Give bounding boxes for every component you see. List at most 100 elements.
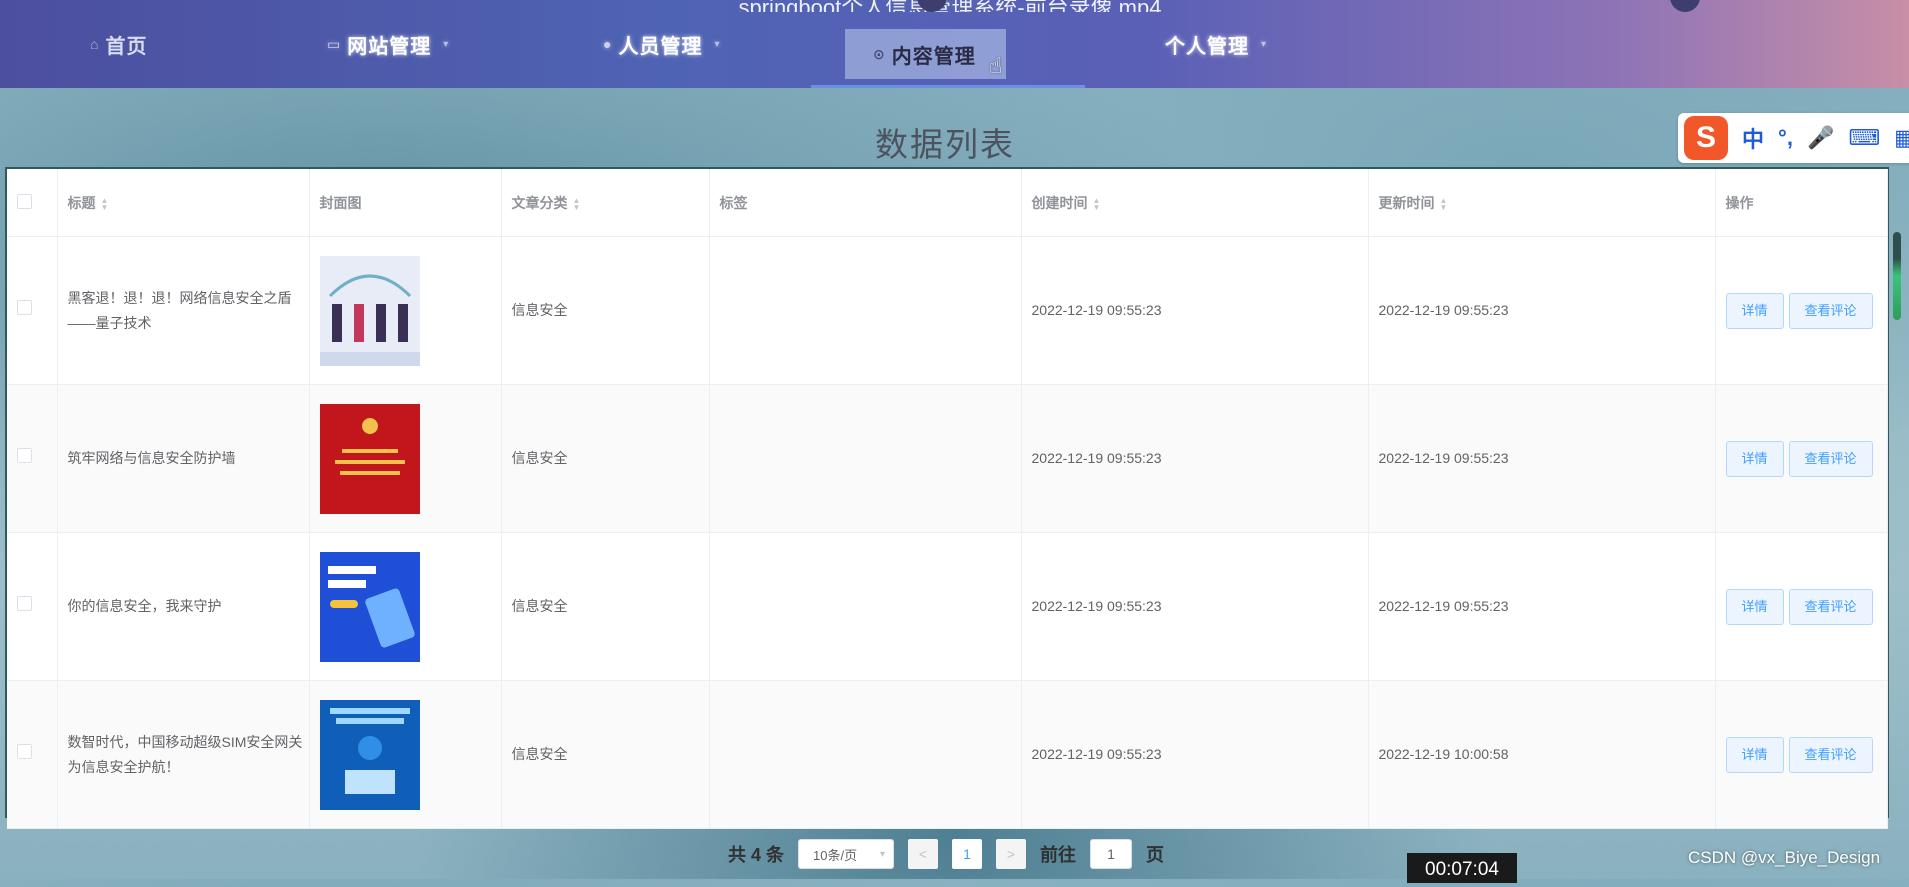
nav-item-site-management[interactable]: ▭ 网站管理 ▾: [327, 26, 449, 62]
nav-item-content-management[interactable]: ⊙ 内容管理: [845, 29, 1006, 79]
sort-icon[interactable]: ▲ ▼: [101, 196, 109, 211]
window-title: springboot个人信息管理系统-前台录像.mp4: [690, 0, 1210, 12]
cell-updated: 2022-12-19 09:55:23: [1368, 384, 1716, 533]
nav-item-home[interactable]: ⌂ 首页: [90, 26, 147, 62]
view-comments-button[interactable]: 查看评论: [1788, 440, 1873, 477]
view-comments-button[interactable]: 查看评论: [1788, 736, 1873, 773]
cell-category: 信息安全: [501, 680, 710, 829]
detail-button[interactable]: 详情: [1725, 588, 1784, 625]
cover-image[interactable]: [319, 699, 420, 810]
nav-item-label: 个人管理: [1165, 35, 1249, 58]
select-all-cell[interactable]: [7, 169, 58, 237]
row-checkbox[interactable]: [17, 300, 32, 315]
cell-updated: 2022-12-19 09:55:23: [1368, 532, 1716, 681]
cell-updated: 2022-12-19 10:00:58: [1368, 680, 1716, 829]
page-number-current[interactable]: 1: [952, 839, 983, 869]
column-header-actions: 操作: [1715, 169, 1888, 237]
cover-image[interactable]: [319, 255, 420, 366]
cell-tag: [709, 532, 1022, 681]
nav-item-label: 首页: [105, 35, 148, 58]
detail-button[interactable]: 详情: [1725, 736, 1784, 773]
next-page-button[interactable]: >: [996, 839, 1027, 869]
cell-tag: [709, 384, 1022, 533]
cell-created: 2022-12-19 09:55:23: [1021, 532, 1369, 681]
cell-title: 黑客退！退！退！网络信息安全之盾——量子技术: [57, 236, 310, 385]
cover-image[interactable]: [319, 403, 420, 514]
cell-created: 2022-12-19 09:55:23: [1021, 236, 1369, 385]
ime-menu-icon[interactable]: ▦: [1894, 125, 1909, 151]
window-control-dot[interactable]: [1670, 0, 1700, 12]
chevron-down-icon: ▾: [443, 38, 450, 50]
table-row: 你的信息安全，我来守护 信息安全 2022-12-19 09:55:23 202…: [7, 532, 1888, 681]
table-row: 数智时代，中国移动超级SIM安全网关为信息安全护航！ 信息安全 2022-12-…: [7, 680, 1888, 829]
cover-image[interactable]: [319, 551, 420, 662]
cell-tag: [709, 236, 1022, 385]
ime-language-toggle[interactable]: 中: [1742, 122, 1764, 154]
cell-created: 2022-12-19 09:55:23: [1021, 680, 1369, 829]
active-nav-underline: [811, 85, 1085, 88]
column-header-tag: 标签: [709, 169, 1022, 237]
data-table: 标题 ▲ ▼ 封面图 文章分类 ▲ ▼ 标签 创建时间 ▲ ▼ 更新时间 ▲ ▼ 操作 黑客退！…: [5, 167, 1889, 829]
cell-title: 数智时代，中国移动超级SIM安全网关为信息安全护航！: [57, 680, 310, 829]
prev-page-button[interactable]: <: [908, 839, 939, 869]
page-title: 数据列表: [875, 126, 1015, 163]
table-header-row: 标题 ▲ ▼ 封面图 文章分类 ▲ ▼ 标签 创建时间 ▲ ▼ 更新时间 ▲ ▼ 操作: [7, 169, 1888, 237]
nav-item-staff-management[interactable]: ● 人员管理 ▾: [603, 26, 721, 62]
detail-button[interactable]: 详情: [1725, 440, 1784, 477]
goto-page-input[interactable]: [1090, 839, 1133, 869]
sort-icon[interactable]: ▲ ▼: [1093, 196, 1101, 211]
sort-icon[interactable]: ▲ ▼: [573, 196, 581, 211]
pointer-cursor-icon: ☝: [989, 53, 1003, 78]
select-all-checkbox[interactable]: [17, 193, 32, 209]
column-header-cover: 封面图: [309, 169, 502, 237]
table-row: 筑牢网络与信息安全防护墙 信息安全 2022-12-19 09:55:23 20…: [7, 384, 1888, 533]
cell-category: 信息安全: [501, 384, 710, 533]
cell-category: 信息安全: [501, 236, 710, 385]
column-header-title[interactable]: 标题 ▲ ▼: [57, 169, 310, 237]
column-header-category[interactable]: 文章分类 ▲ ▼: [501, 169, 710, 237]
ime-toolbar: S 中 °, 🎤 ⌨ ▦: [1678, 113, 1909, 163]
cell-actions: 详情 查看评论: [1715, 532, 1888, 681]
keyboard-icon[interactable]: ⌨: [1848, 125, 1880, 151]
watermark: CSDN @vx_Biye_Design: [1688, 848, 1881, 867]
sogou-logo-icon[interactable]: S: [1684, 116, 1728, 160]
vertical-scrollbar[interactable]: [1893, 232, 1901, 320]
sort-icon[interactable]: ▲ ▼: [1440, 196, 1448, 211]
column-header-created[interactable]: 创建时间 ▲ ▼: [1021, 169, 1369, 237]
row-checkbox[interactable]: [17, 596, 32, 611]
cell-tag: [709, 680, 1022, 829]
detail-button[interactable]: 详情: [1725, 292, 1784, 329]
top-navbar: springboot个人信息管理系统-前台录像.mp4 ⌂ 首页 ▭ 网站管理 …: [0, 0, 1909, 88]
cell-title: 筑牢网络与信息安全防护墙: [57, 384, 310, 533]
page-size-select[interactable]: 10条/页 ▾: [798, 839, 895, 869]
cell-actions: 详情 查看评论: [1715, 236, 1888, 385]
nav-item-personal-management[interactable]: 个人管理 ▾: [1165, 26, 1267, 62]
view-comments-button[interactable]: 查看评论: [1788, 588, 1873, 625]
monitor-icon: ▭: [327, 35, 342, 52]
table-row: 黑客退！退！退！网络信息安全之盾——量子技术 信息安全 2022-12-19 0…: [7, 236, 1888, 385]
cell-title: 你的信息安全，我来守护: [57, 532, 310, 681]
microphone-icon[interactable]: 🎤: [1807, 125, 1834, 151]
nav-item-label: 内容管理: [891, 45, 976, 68]
user-icon: ●: [603, 36, 613, 52]
cell-cover: [309, 236, 502, 385]
ime-punctuation-toggle[interactable]: °,: [1778, 125, 1793, 151]
nav-item-label: 网站管理: [347, 35, 432, 58]
view-comments-button[interactable]: 查看评论: [1788, 292, 1873, 329]
row-checkbox[interactable]: [17, 744, 32, 759]
chevron-down-icon: ▾: [879, 848, 886, 860]
goto-label: 前往: [1040, 845, 1077, 865]
cell-actions: 详情 查看评论: [1715, 384, 1888, 533]
cell-cover: [309, 532, 502, 681]
pagination: 共 4 条 10条/页 ▾ < 1 > 前往 页: [728, 838, 1164, 870]
row-checkbox[interactable]: [17, 448, 32, 463]
chevron-down-icon: ▾: [1261, 38, 1268, 50]
page-suffix-label: 页: [1146, 845, 1165, 865]
nav-item-label: 人员管理: [618, 35, 703, 58]
home-icon: ⌂: [90, 36, 100, 52]
cell-cover: [309, 384, 502, 533]
column-header-updated[interactable]: 更新时间 ▲ ▼: [1368, 169, 1716, 237]
settings-icon: ⊙: [873, 45, 886, 62]
cell-created: 2022-12-19 09:55:23: [1021, 384, 1369, 533]
cell-cover: [309, 680, 502, 829]
